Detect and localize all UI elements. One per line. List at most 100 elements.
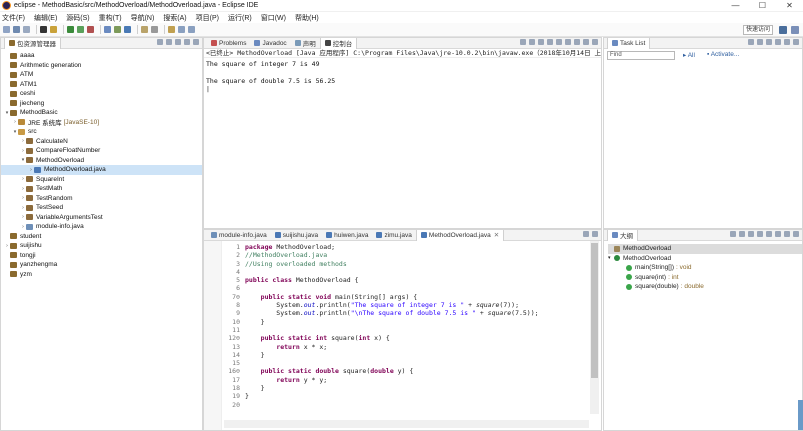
menu-source[interactable]: 源码(S) — [66, 13, 89, 23]
tree-item[interactable]: › SquareInt — [1, 175, 202, 185]
outline-item[interactable]: square(int): int — [608, 273, 802, 283]
tree-item[interactable]: › TestMath — [1, 184, 202, 194]
tab-suijishu[interactable]: suijishu.java — [271, 230, 322, 241]
maximize-icon[interactable] — [592, 231, 598, 237]
maximize-icon[interactable] — [193, 39, 199, 45]
tab-zimu[interactable]: zimu.java — [372, 230, 415, 241]
outline-item[interactable]: MethodOverload — [608, 244, 802, 254]
open-perspective-icon[interactable] — [791, 26, 799, 34]
editor-vertical-scrollbar[interactable] — [590, 241, 599, 414]
quick-access-field[interactable]: 快速访问 — [743, 25, 773, 35]
tree-item[interactable]: tongji — [1, 251, 202, 261]
tree-item[interactable]: ATM1 — [1, 80, 202, 90]
tree-item[interactable]: student — [1, 232, 202, 242]
scrollbar-thumb[interactable] — [591, 243, 598, 378]
collapse-all-icon[interactable] — [157, 39, 163, 45]
java-perspective-icon[interactable] — [779, 26, 787, 34]
view-menu-icon[interactable] — [775, 39, 781, 45]
back-icon[interactable] — [178, 26, 185, 33]
maximize-icon[interactable] — [793, 39, 799, 45]
terminate-icon[interactable] — [520, 39, 526, 45]
close-button[interactable]: ✕ — [776, 0, 803, 12]
search-icon[interactable] — [151, 26, 158, 33]
new-icon[interactable] — [3, 26, 10, 33]
menu-file[interactable]: 文件(F) — [2, 13, 25, 23]
minimize-button[interactable]: — — [722, 0, 749, 12]
debug-icon[interactable] — [40, 26, 47, 33]
scroll-lock-icon[interactable] — [547, 39, 553, 45]
tree-item[interactable]: yzm — [1, 270, 202, 280]
forward-icon[interactable] — [188, 26, 195, 33]
outline-item[interactable]: ▾ MethodOverload — [608, 254, 802, 264]
tree-item[interactable]: jiecheng — [1, 99, 202, 109]
tab-huiwen[interactable]: huiwen.java — [322, 230, 372, 241]
tree-item[interactable]: ATM — [1, 70, 202, 80]
code-editor[interactable]: 1 package MethodOverload; 2//MethodOverlo… — [204, 241, 601, 430]
find-input[interactable]: Find — [607, 50, 675, 60]
code-area[interactable]: 1 package MethodOverload; 2//MethodOverlo… — [222, 241, 601, 430]
hide-static-icon[interactable] — [748, 231, 754, 237]
tree-item[interactable]: › TestRandom — [1, 194, 202, 204]
window-edge-scrollbar[interactable] — [798, 400, 803, 430]
tree-item[interactable]: › module-info.java — [1, 222, 202, 232]
tab-package-explorer[interactable]: 包资源管理器 — [4, 37, 61, 49]
minimize-icon[interactable] — [184, 39, 190, 45]
run-history-icon[interactable] — [77, 26, 84, 33]
tree-item[interactable]: › VariableArgumentsTest — [1, 213, 202, 223]
tab-module-info[interactable]: module-info.java — [207, 230, 271, 241]
tree-item[interactable]: ceshi — [1, 89, 202, 99]
tab-declaration[interactable]: 声明 — [291, 38, 320, 49]
tree-item[interactable]: ▾ MethodBasic — [1, 108, 202, 118]
tree-item[interactable]: › suijishu — [1, 241, 202, 251]
filter-icon[interactable] — [757, 39, 763, 45]
tab-methodoverload[interactable]: MethodOverload.java ✕ — [415, 229, 505, 241]
new-java-project-icon[interactable] — [104, 26, 111, 33]
minimize-icon[interactable] — [784, 231, 790, 237]
clear-console-icon[interactable] — [538, 39, 544, 45]
tab-outline[interactable]: 大纲 — [607, 229, 638, 241]
minimize-icon[interactable] — [784, 39, 790, 45]
open-type-icon[interactable] — [141, 26, 148, 33]
remove-launch-icon[interactable] — [529, 39, 535, 45]
maximize-icon[interactable] — [592, 39, 598, 45]
tree-item[interactable]: ▾ MethodOverload — [1, 156, 202, 166]
maximize-icon[interactable] — [793, 231, 799, 237]
menu-window[interactable]: 窗口(W) — [261, 13, 286, 23]
tab-javadoc[interactable]: Javadoc — [250, 38, 290, 49]
menu-navigate[interactable]: 导航(N) — [131, 13, 155, 23]
minimize-icon[interactable] — [583, 39, 589, 45]
tab-console[interactable]: 控制台 — [319, 37, 358, 49]
tree-item[interactable]: › JRE 系统库 [JavaSE-10] — [1, 118, 202, 128]
console-output[interactable]: The square of integer 7 is 49 The square… — [204, 58, 601, 95]
hide-nonpublic-icon[interactable] — [757, 231, 763, 237]
save-icon[interactable] — [13, 26, 20, 33]
menu-project[interactable]: 项目(P) — [196, 13, 219, 23]
tree-item[interactable]: › CalculateN — [1, 137, 202, 147]
new-package-icon[interactable] — [114, 26, 121, 33]
open-console-icon[interactable] — [574, 39, 580, 45]
menu-run[interactable]: 运行(R) — [228, 13, 252, 23]
hide-fields-icon[interactable] — [739, 231, 745, 237]
tree-item[interactable]: › CompareFloatNumber — [1, 146, 202, 156]
outline-item[interactable]: main(String[]): void — [608, 263, 802, 273]
sort-icon[interactable] — [730, 231, 736, 237]
collapse-icon[interactable] — [766, 39, 772, 45]
new-task-icon[interactable] — [748, 39, 754, 45]
view-menu-icon[interactable] — [775, 231, 781, 237]
tab-task-list[interactable]: Task List — [607, 37, 651, 49]
close-tab-icon[interactable]: ✕ — [494, 231, 499, 239]
tab-problems[interactable]: Problems — [207, 38, 250, 49]
annotation-icon[interactable] — [168, 26, 175, 33]
display-console-icon[interactable] — [565, 39, 571, 45]
tree-item[interactable]: yanzhengma — [1, 260, 202, 270]
menu-search[interactable]: 搜索(A) — [163, 13, 186, 23]
run-icon[interactable] — [67, 26, 74, 33]
menu-edit[interactable]: 编辑(E) — [34, 13, 57, 23]
new-class-icon[interactable] — [124, 26, 131, 33]
skip-breakpoints-icon[interactable] — [50, 26, 57, 33]
minimize-icon[interactable] — [583, 231, 589, 237]
menu-help[interactable]: 帮助(H) — [295, 13, 319, 23]
all-link[interactable]: ▸ All — [683, 51, 701, 59]
tree-item[interactable]: › MethodOverload.java — [1, 165, 202, 175]
hide-local-types-icon[interactable] — [766, 231, 772, 237]
